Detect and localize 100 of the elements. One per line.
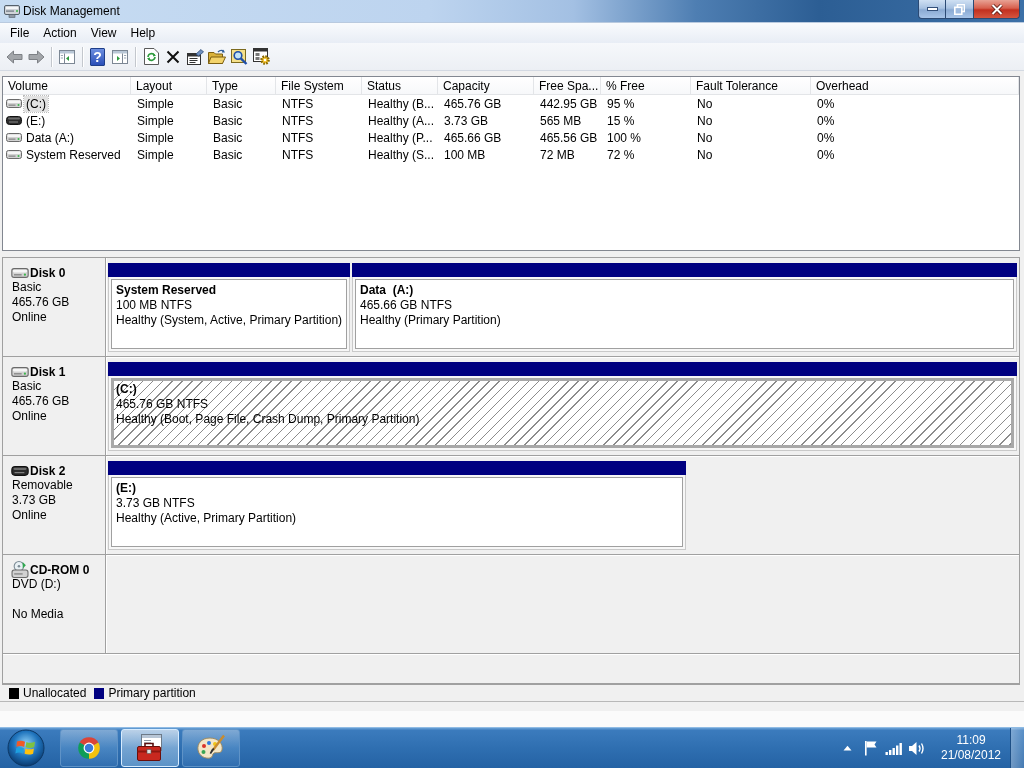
partition-size: 3.73 GB NTFS: [116, 496, 195, 511]
column-header[interactable]: File System: [276, 77, 362, 95]
table-cell-text: No: [696, 146, 714, 163]
table-cell-text: Healthy (P...: [367, 129, 434, 146]
column-header[interactable]: Overhead: [811, 77, 1019, 95]
clock-time[interactable]: 11:09: [956, 733, 986, 748]
table-cell-text: 0%: [816, 146, 836, 163]
disk-type: Basic: [11, 280, 43, 295]
settings-button[interactable]: [250, 45, 272, 68]
disk-name: CD-ROM 0: [30, 562, 90, 577]
partition-name: (E:): [116, 481, 136, 496]
partition-size: 100 MB NTFS: [116, 298, 193, 313]
column-header[interactable]: Capacity: [438, 77, 534, 95]
restore-icon: [954, 3, 965, 15]
partition-status: Healthy (Boot, Page File, Crash Dump, Primary Partition): [116, 412, 420, 427]
legend-label: Unallocated: [23, 686, 87, 700]
column-header[interactable]: % Free: [601, 77, 691, 95]
column-header[interactable]: Type: [207, 77, 276, 95]
magnifier-icon: [230, 48, 248, 65]
window-title: Disk Management: [23, 4, 120, 18]
start-orb-icon: [7, 729, 45, 767]
partition-box[interactable]: (E:) 3.73 GB NTFS Healthy (Active, Primary Partition): [111, 477, 683, 547]
table-cell-text: 465.66 GB: [443, 129, 503, 146]
disk-status: Online: [11, 508, 48, 523]
caret-up-icon: [843, 745, 852, 751]
close-icon: [990, 3, 1003, 15]
menu-item[interactable]: File: [3, 23, 37, 43]
table-cell-text: 72 %: [606, 146, 636, 163]
partition-box[interactable]: System Reserved 100 MB NTFS Healthy (System, Active, Primary Partition): [111, 279, 348, 349]
disk-size: 465.76 GB: [11, 394, 71, 409]
table-cell-text: Simple: [136, 95, 175, 112]
list-entry-label[interactable]: (C:): [24, 95, 48, 112]
partition-name: (C:): [116, 382, 137, 397]
table-cell-text: 100 %: [606, 129, 643, 146]
list-entry-label[interactable]: Data (A:): [24, 129, 76, 146]
table-cell-text: No: [696, 129, 714, 146]
drive-icon: [6, 115, 22, 126]
menu-item[interactable]: Help: [123, 23, 163, 43]
partition-name: Data (A:): [360, 283, 414, 298]
refresh-icon: [143, 48, 159, 65]
pane-icon: [112, 49, 128, 64]
table-cell-text: Simple: [136, 129, 175, 146]
forward-arrow-icon: [27, 49, 45, 64]
table-cell-text: 442.95 GB: [539, 95, 599, 112]
table-cell-text: Simple: [136, 146, 175, 163]
table-cell-text: Healthy (B...: [367, 95, 436, 112]
table-cell-text: Basic: [212, 95, 244, 112]
minimize-icon: [926, 7, 938, 11]
restore-button[interactable]: [946, 0, 974, 19]
gear-icon: [252, 48, 270, 65]
menu-item[interactable]: Action: [36, 23, 84, 43]
show-desktop-button[interactable]: [1010, 728, 1024, 768]
partition-box[interactable]: (C:) 465.76 GB NTFS Healthy (Boot, Page File, Crash Dump, Primary Partition): [111, 378, 1014, 448]
delete-icon: [166, 49, 180, 64]
table-cell-text: Simple: [136, 112, 175, 129]
disk-name: Disk 1: [30, 364, 66, 379]
disk-status: Online: [11, 310, 48, 325]
menu-item[interactable]: View: [83, 23, 124, 43]
partition-status: Healthy (Primary Partition): [360, 313, 501, 328]
table-cell-text: 465.56 GB: [539, 129, 599, 146]
legend-label: Primary partition: [108, 686, 196, 700]
close-button[interactable]: [974, 0, 1020, 19]
table-cell-text: 0%: [816, 112, 836, 129]
column-header[interactable]: Fault Tolerance: [691, 77, 811, 95]
column-header[interactable]: Layout: [131, 77, 207, 95]
disk-name: Disk 0: [30, 265, 66, 280]
disk-size: 3.73 GB: [11, 493, 58, 508]
table-cell-text: NTFS: [281, 146, 315, 163]
disk-name: Disk 2: [30, 463, 66, 478]
column-header[interactable]: Volume: [3, 77, 131, 95]
table-cell-text: NTFS: [281, 95, 315, 112]
minimize-button[interactable]: [918, 0, 946, 19]
partition-box[interactable]: Data (A:) 465.66 GB NTFS Healthy (Primary Partition): [355, 279, 1014, 349]
column-header[interactable]: Free Spa...: [534, 77, 601, 95]
drive-icon: [11, 266, 29, 279]
speaker-icon: [908, 740, 925, 756]
table-cell-text: No: [696, 95, 714, 112]
table-cell-text: Basic: [212, 112, 244, 129]
partition-size: 465.76 GB NTFS: [116, 397, 209, 412]
help-button[interactable]: ?: [90, 47, 105, 66]
disk-size: 465.76 GB: [11, 295, 71, 310]
table-cell-text: 95 %: [606, 95, 636, 112]
column-header[interactable]: Status: [362, 77, 438, 95]
toolbox-icon: [135, 734, 165, 762]
clock-date[interactable]: 21/08/2012: [940, 748, 1002, 763]
round-logo-icon: [76, 735, 102, 761]
disk-status: No Media: [11, 607, 65, 622]
flag-icon: [863, 740, 878, 756]
table-cell-text: 72 MB: [539, 146, 576, 163]
disc-drive-icon: [11, 561, 29, 578]
drive-icon: [6, 132, 22, 143]
disk-type: DVD (D:): [11, 577, 62, 592]
properties-icon: [186, 48, 204, 65]
table-cell-text: Healthy (A...: [367, 112, 436, 129]
palette-icon: [196, 734, 226, 762]
disk-type: Basic: [11, 379, 43, 394]
table-cell-text: Basic: [212, 146, 244, 163]
list-entry-label[interactable]: (E:): [24, 112, 48, 129]
list-entry-label[interactable]: System Reserved: [24, 146, 123, 163]
drive-icon: [11, 365, 29, 378]
